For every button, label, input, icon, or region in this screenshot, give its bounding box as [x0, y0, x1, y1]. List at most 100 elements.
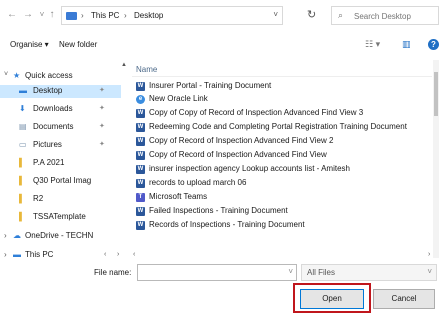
download-icon: ⬇	[19, 104, 26, 113]
cancel-button[interactable]: Cancel	[373, 289, 435, 309]
nav-item-desktop[interactable]: ▬ Desktop ✦	[0, 85, 121, 98]
file-name: Copy of Copy of Record of Inspection Adv…	[149, 108, 364, 117]
scroll-left-icon[interactable]: ‹	[133, 251, 135, 258]
this-pc-icon	[66, 12, 77, 20]
nav-item-pa-2021[interactable]: ▌ P.A 2021	[0, 157, 121, 170]
word-doc-icon: W	[136, 207, 145, 216]
nav-quick-access[interactable]: ˅ ★ Quick access	[0, 70, 121, 83]
file-name: Insurer Portal - Training Document	[149, 81, 272, 90]
chevron-down-icon: ˅	[427, 267, 432, 276]
nav-item-q30-portal-images[interactable]: ▌ Q30 Portal Imag	[0, 175, 121, 188]
nav-label: Desktop	[33, 86, 63, 95]
nav-item-pictures[interactable]: ▭ Pictures ✦	[0, 139, 121, 152]
preview-pane-icon[interactable]: ▥	[402, 39, 411, 50]
file-name: insurer inspection agency Lookup account…	[149, 164, 350, 173]
scroll-up-icon[interactable]: ▲	[121, 62, 127, 68]
pictures-icon: ▭	[19, 140, 27, 149]
file-row[interactable]: W Redeeming Code and Completing Portal R…	[132, 122, 432, 133]
word-doc-icon: W	[136, 165, 145, 174]
file-row[interactable]: W insurer inspection agency Lookup accou…	[132, 164, 432, 175]
nav-label: Documents	[33, 122, 74, 131]
file-name: Copy of Record of Inspection Advanced Fi…	[149, 150, 327, 159]
word-doc-icon: W	[136, 109, 145, 118]
pin-icon: ✦	[99, 123, 105, 130]
help-icon[interactable]: ?	[428, 39, 439, 50]
file-dialog-footer: File name: ˅ All Files ˅ Open Cancel	[0, 258, 439, 313]
file-name-input[interactable]: ˅	[137, 264, 297, 281]
nav-item-r2[interactable]: ▌ R2	[0, 193, 121, 206]
folder-icon: ▌	[19, 158, 25, 167]
file-list-scrollbar[interactable]	[433, 60, 439, 258]
toolbar: Organise ▾ New folder ☷ ▾ ▥ ?	[0, 30, 439, 58]
up-arrow-icon[interactable]: ↑	[46, 9, 58, 21]
word-doc-icon: W	[136, 82, 145, 91]
new-folder-button[interactable]: New folder	[59, 40, 97, 49]
file-type-select[interactable]: All Files ˅	[301, 264, 437, 281]
file-row[interactable]: T Microsoft Teams	[132, 192, 432, 203]
pin-icon: ✦	[99, 105, 105, 112]
file-row[interactable]: W Insurer Portal - Training Document	[132, 81, 432, 92]
nav-item-documents[interactable]: ▤ Documents ✦	[0, 121, 121, 134]
nav-label: Quick access	[25, 71, 73, 80]
folder-icon: ▌	[19, 212, 25, 221]
address-row: ← → ˅ ↑ › This PC › Desktop ˅ ↻ ⌕	[0, 0, 439, 30]
nav-item-onedrive[interactable]: › ☁ OneDrive - TECHN	[0, 230, 121, 243]
refresh-icon[interactable]: ↻	[307, 8, 316, 21]
file-name: Failed Inspections - Training Document	[149, 206, 288, 215]
word-doc-icon: W	[136, 123, 145, 132]
file-row[interactable]: W Copy of Record of Inspection Advanced …	[132, 150, 432, 161]
chevron-down-icon[interactable]: ˅	[288, 267, 293, 276]
organise-menu[interactable]: Organise ▾	[10, 40, 49, 49]
nav-label: OneDrive - TECHN	[25, 231, 94, 240]
breadcrumb-separator[interactable]: ›	[124, 11, 127, 20]
desktop-icon: ▬	[19, 86, 27, 95]
breadcrumb-this-pc[interactable]: This PC	[91, 11, 119, 20]
file-list: Name W Insurer Portal - Training Documen…	[128, 60, 439, 258]
search-box[interactable]: ⌕	[331, 6, 439, 25]
word-doc-icon: W	[136, 137, 145, 146]
address-dropdown-icon[interactable]: ˅	[273, 10, 278, 19]
header-divider	[132, 76, 432, 77]
expand-chevron-icon[interactable]: ˅	[4, 71, 8, 78]
pin-icon: ✦	[99, 87, 105, 94]
file-name: Copy of Record of Inspection Advanced Fi…	[149, 136, 334, 145]
address-bar[interactable]: › This PC › Desktop ˅	[61, 6, 283, 25]
nav-label: Downloads	[33, 104, 73, 113]
column-header-name[interactable]: Name	[136, 65, 157, 74]
forward-arrow-icon[interactable]: →	[22, 9, 34, 21]
file-name: Redeeming Code and Completing Portal Reg…	[149, 122, 407, 131]
navigation-pane: ˅ ★ Quick access ▬ Desktop ✦ ⬇ Downloads…	[0, 60, 127, 258]
nav-item-downloads[interactable]: ⬇ Downloads ✦	[0, 103, 121, 116]
nav-label: R2	[33, 194, 44, 203]
file-row[interactable]: W records to upload march 06	[132, 178, 432, 189]
nav-item-tssatemplate[interactable]: ▌ TSSATemplate	[0, 211, 121, 224]
file-row[interactable]: W Records of Inspections - Training Docu…	[132, 220, 432, 231]
word-doc-icon: W	[136, 179, 145, 188]
pin-icon: ✦	[99, 141, 105, 148]
breadcrumb-separator: ›	[81, 11, 84, 20]
scrollbar-thumb[interactable]	[434, 72, 438, 116]
word-doc-icon: W	[136, 221, 145, 230]
file-row[interactable]: e New Oracle Link	[132, 94, 432, 105]
file-row[interactable]: W Copy of Copy of Record of Inspection A…	[132, 108, 432, 119]
breadcrumb-desktop[interactable]: Desktop	[134, 11, 163, 20]
nav-scroll-left-icon[interactable]: ‹	[104, 251, 106, 258]
file-row[interactable]: W Failed Inspections - Training Document	[132, 206, 432, 217]
edge-link-icon: e	[136, 95, 145, 104]
word-doc-icon: W	[136, 151, 145, 160]
documents-icon: ▤	[19, 122, 27, 131]
file-row[interactable]: W Copy of Record of Inspection Advanced …	[132, 136, 432, 147]
star-icon: ★	[13, 71, 21, 80]
nav-scrollbar[interactable]: ▲	[121, 60, 127, 258]
expand-chevron-icon[interactable]: ›	[4, 231, 7, 240]
view-options-icon[interactable]: ☷ ▾	[365, 39, 380, 50]
file-name-label: File name:	[94, 268, 132, 277]
search-input[interactable]	[354, 10, 438, 22]
file-name: New Oracle Link	[149, 94, 208, 103]
nav-scroll-right-icon[interactable]: ›	[117, 251, 119, 258]
back-arrow-icon[interactable]: ←	[6, 9, 18, 21]
file-name: Records of Inspections - Training Docume…	[149, 220, 305, 229]
scroll-right-icon[interactable]: ›	[428, 251, 430, 258]
folder-icon: ▌	[19, 194, 25, 203]
cloud-icon: ☁	[13, 231, 21, 240]
